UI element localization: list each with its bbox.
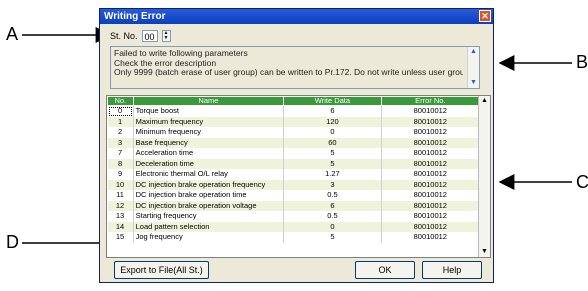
cell-error-no[interactable]: 80010012 (381, 137, 481, 148)
cell-name[interactable]: Electronic thermal O/L relay (133, 169, 285, 180)
table-row[interactable]: 11 DC injection brake operation time 0.5 80… (107, 190, 481, 201)
error-message-box: Failed to write following parameters Che… (110, 46, 480, 89)
cell-name[interactable]: DC injection brake operation frequency (133, 179, 285, 190)
scroll-down-icon[interactable]: ▼ (468, 78, 479, 88)
cell-error-no[interactable]: 80010012 (381, 127, 481, 138)
cell-name[interactable]: Minimum frequency (133, 127, 285, 138)
table-scrollbar[interactable]: ▲ ▼ (478, 96, 490, 257)
ok-button[interactable]: OK (355, 261, 415, 279)
cell-error-no[interactable]: 80010012 (381, 200, 481, 211)
cell-name[interactable]: Maximum frequency (133, 116, 285, 127)
scroll-down-icon[interactable]: ▼ (479, 247, 490, 257)
table-row[interactable]: 12 DC injection brake operation voltage 6 8… (107, 200, 481, 211)
table-row[interactable]: 8 Deceleration time 5 80010012 (107, 158, 481, 169)
cell-write-data[interactable]: 5 (283, 232, 382, 243)
cell-name[interactable]: Starting frequency (133, 211, 285, 222)
col-header-name[interactable]: Name (132, 96, 285, 106)
col-header-error-no[interactable]: Error No. (380, 96, 481, 106)
cell-no[interactable]: 3 (107, 137, 134, 148)
table-row[interactable]: 2 Minimum frequency 0 80010012 (107, 127, 481, 138)
cell-error-no[interactable]: 80010012 (381, 158, 481, 169)
cell-no[interactable]: 11 (107, 190, 134, 201)
cell-name[interactable]: Load pattern selection (133, 221, 285, 232)
dialog-title: Writing Error (104, 11, 166, 22)
message-line: Failed to write following parameters (114, 49, 248, 58)
cell-error-no[interactable]: 80010012 (381, 211, 481, 222)
scroll-up-icon[interactable]: ▲ (479, 96, 490, 106)
cell-error-no[interactable]: 80010012 (381, 232, 481, 243)
cell-write-data[interactable]: 6 (283, 200, 382, 211)
cell-error-no[interactable]: 80010012 (381, 221, 481, 232)
cell-no[interactable]: 13 (107, 211, 134, 222)
cell-error-no[interactable]: 80010012 (381, 169, 481, 180)
cell-write-data[interactable]: 0.5 (283, 190, 382, 201)
table-row[interactable]: 3 Base frequency 60 80010012 (107, 137, 481, 148)
table-row[interactable]: 1 Maximum frequency 120 80010012 (107, 116, 481, 127)
cell-error-no[interactable]: 80010012 (381, 179, 481, 190)
cell-no[interactable]: 15 (107, 232, 134, 243)
cell-write-data[interactable]: 120 (283, 116, 382, 127)
table-row[interactable]: 7 Acceleration time 5 80010012 (107, 148, 481, 159)
cell-no[interactable]: 7 (107, 148, 134, 159)
cell-name[interactable]: Torque boost (133, 105, 285, 117)
cell-write-data[interactable]: 0 (283, 221, 382, 232)
cell-no[interactable]: 10 (107, 179, 134, 190)
export-button[interactable]: Export to File(All St.) (114, 261, 209, 279)
cell-error-no[interactable]: 80010012 (381, 105, 481, 117)
cell-error-no[interactable]: 80010012 (381, 148, 481, 159)
station-label: St. No. (110, 31, 138, 41)
cell-write-data[interactable]: 1.27 (283, 169, 382, 180)
error-table: No. Name Write Data Error No. 0 Torque bo… (106, 95, 491, 258)
station-spinner[interactable]: ▲ ▼ (161, 30, 171, 42)
close-icon: ✕ (481, 11, 489, 21)
message-scrollbar[interactable]: ▲ ▼ (467, 47, 479, 88)
scroll-up-icon[interactable]: ▲ (468, 47, 479, 57)
cell-write-data[interactable]: 3 (283, 179, 382, 190)
table-row[interactable]: 0 Torque boost 6 80010012 (107, 105, 481, 117)
cell-no[interactable]: 9 (107, 169, 134, 180)
col-header-no[interactable]: No. (107, 96, 134, 106)
table-row[interactable]: 10 DC injection brake operation frequency… (107, 179, 481, 190)
close-button[interactable]: ✕ (479, 10, 491, 22)
cell-name[interactable]: Jog frequency (133, 232, 285, 243)
help-button[interactable]: Help (422, 261, 482, 279)
cell-write-data[interactable]: 0 (283, 127, 382, 138)
table-row[interactable]: 13 Starting frequency 0.5 80010012 (107, 211, 481, 222)
station-row: St. No. 00 ▲ ▼ (110, 30, 171, 42)
cell-error-no[interactable]: 80010012 (381, 116, 481, 127)
cell-name[interactable]: DC injection brake operation voltage (133, 200, 285, 211)
cell-name[interactable]: DC injection brake operation time (133, 190, 285, 201)
writing-error-dialog: Writing Error ✕ St. No. 00 ▲ ▼ Failed to… (99, 8, 494, 283)
spin-down-icon[interactable]: ▼ (162, 36, 170, 41)
table-row[interactable]: 14 Load pattern selection 0 80010012 (107, 221, 481, 232)
cell-name[interactable]: Base frequency (133, 137, 285, 148)
cell-no[interactable]: 8 (107, 158, 134, 169)
cell-no[interactable]: 0 (107, 105, 134, 117)
table-row[interactable]: 15 Jog frequency 5 80010012 (107, 232, 481, 243)
cell-write-data[interactable]: 0.5 (283, 211, 382, 222)
cell-write-data[interactable]: 60 (283, 137, 382, 148)
message-line: Check the error description (114, 58, 217, 68)
cell-name[interactable]: Acceleration time (133, 148, 285, 159)
title-bar: Writing Error ✕ (100, 9, 493, 24)
cell-write-data[interactable]: 6 (283, 105, 382, 117)
station-input[interactable]: 00 (141, 30, 158, 42)
cell-no[interactable]: 2 (107, 127, 134, 138)
cell-write-data[interactable]: 5 (283, 148, 382, 159)
cell-write-data[interactable]: 5 (283, 158, 382, 169)
cell-no[interactable]: 1 (107, 116, 134, 127)
cell-error-no[interactable]: 80010012 (381, 190, 481, 201)
table-row[interactable]: 9 Electronic thermal O/L relay 1.27 8001001… (107, 169, 481, 180)
cell-name[interactable]: Deceleration time (133, 158, 285, 169)
table-header-row: No. Name Write Data Error No. (107, 96, 481, 106)
message-line: Only 9999 (batch erase of user group) ca… (114, 68, 463, 77)
cell-no[interactable]: 12 (107, 200, 134, 211)
cell-no[interactable]: 14 (107, 221, 134, 232)
col-header-write-data[interactable]: Write Data (283, 96, 382, 106)
